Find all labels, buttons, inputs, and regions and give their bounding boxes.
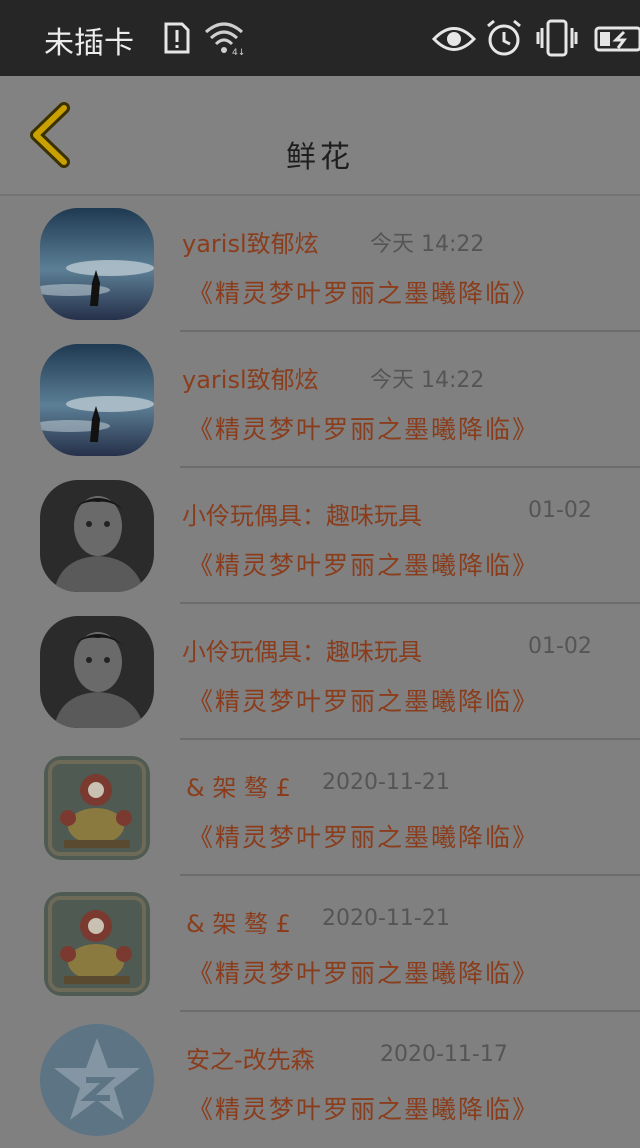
message-time: 今天 14:22: [370, 232, 485, 257]
message-text: 《精灵梦叶罗丽之墨曦降临》: [188, 823, 540, 852]
sender-name: & 架 骜 £: [186, 910, 291, 938]
sender-name: 安之-改先森: [186, 1046, 315, 1074]
message-time: 01-02: [528, 498, 592, 523]
eye-icon: [432, 27, 476, 51]
alarm-icon: [487, 19, 521, 56]
nav-bar: 鲜花: [0, 76, 640, 196]
sender-name: & 架 骜 £: [186, 774, 291, 802]
sender-name: yarisl致郁炫: [182, 230, 319, 258]
portrait-avatar-image: [40, 480, 154, 592]
list-item[interactable]: 小伶玩偶具：趣味玩具 01-02 《精灵梦叶罗丽之墨曦降临》: [0, 604, 640, 740]
doll-avatar-image: [44, 892, 150, 996]
wifi-icon: 4↓: [205, 22, 245, 56]
message-text: 《精灵梦叶罗丽之墨曦降临》: [188, 415, 540, 444]
avatar[interactable]: [40, 1024, 154, 1136]
sky-avatar-image: [40, 208, 154, 320]
message-time: 01-02: [528, 634, 592, 659]
message-text: 《精灵梦叶罗丽之墨曦降临》: [188, 959, 540, 988]
avatar[interactable]: [44, 892, 150, 996]
page-title: 鲜花: [286, 140, 354, 175]
avatar[interactable]: [44, 756, 150, 860]
message-time: 2020-11-17: [380, 1042, 508, 1067]
svg-text:4↓: 4↓: [232, 48, 245, 56]
sim-alert-icon: [164, 22, 190, 54]
message-time: 2020-11-21: [322, 906, 450, 931]
list-item[interactable]: yarisl致郁炫 今天 14:22 《精灵梦叶罗丽之墨曦降临》: [0, 332, 640, 468]
message-text: 《精灵梦叶罗丽之墨曦降临》: [188, 279, 540, 308]
status-bar: 未插卡 4↓: [0, 0, 640, 76]
message-text: 《精灵梦叶罗丽之墨曦降临》: [188, 551, 540, 580]
list-item[interactable]: & 架 骜 £ 2020-11-21 《精灵梦叶罗丽之墨曦降临》: [0, 740, 640, 876]
battery-charging-icon: [594, 26, 640, 52]
list-item[interactable]: 小伶玩偶具：趣味玩具 01-02 《精灵梦叶罗丽之墨曦降临》: [0, 468, 640, 604]
portrait-avatar-image: [40, 616, 154, 728]
sender-name: 小伶玩偶具：趣味玩具: [182, 502, 422, 530]
doll-avatar-image: [44, 756, 150, 860]
sender-name: yarisl致郁炫: [182, 366, 319, 394]
carrier-label: 未插卡: [44, 26, 134, 61]
avatar[interactable]: [40, 480, 154, 592]
sender-name: 小伶玩偶具：趣味玩具: [182, 638, 422, 666]
list-item[interactable]: 安之-改先森 2020-11-17 《精灵梦叶罗丽之墨曦降临》: [0, 1012, 640, 1148]
avatar[interactable]: [40, 616, 154, 728]
avatar[interactable]: [40, 208, 154, 320]
message-time: 2020-11-21: [322, 770, 450, 795]
star-avatar-image: [40, 1024, 154, 1136]
message-list: yarisl致郁炫 今天 14:22 《精灵梦叶罗丽之墨曦降临》 yarisl致…: [0, 196, 640, 1148]
message-text: 《精灵梦叶罗丽之墨曦降临》: [188, 687, 540, 716]
avatar[interactable]: [40, 344, 154, 456]
message-text: 《精灵梦叶罗丽之墨曦降临》: [188, 1095, 540, 1124]
sky-avatar-image: [40, 344, 154, 456]
list-item[interactable]: & 架 骜 £ 2020-11-21 《精灵梦叶罗丽之墨曦降临》: [0, 876, 640, 1012]
list-item[interactable]: yarisl致郁炫 今天 14:22 《精灵梦叶罗丽之墨曦降临》: [0, 196, 640, 332]
message-time: 今天 14:22: [370, 368, 485, 393]
vibrate-icon: [536, 19, 578, 57]
